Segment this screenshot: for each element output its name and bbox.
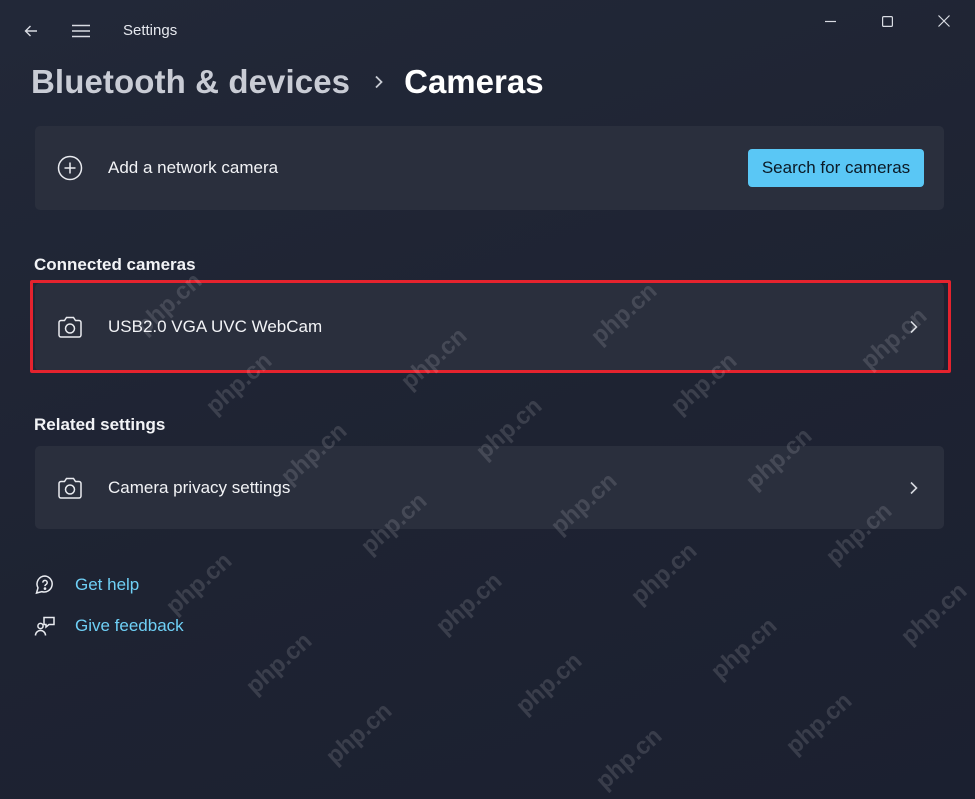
watermark-layer: php.cn php.cn php.cn php.cn php.cn php.c… [0, 0, 975, 799]
title-bar: Settings [0, 0, 975, 62]
breadcrumb: Bluetooth & devices Cameras [31, 60, 544, 104]
watermark-text: php.cn [430, 567, 508, 640]
camera-privacy-settings-label: Camera privacy settings [108, 477, 291, 497]
breadcrumb-parent-link[interactable]: Bluetooth & devices [31, 63, 350, 101]
watermark-text: php.cn [160, 547, 238, 620]
watermark-text: php.cn [895, 577, 973, 650]
settings-window: Settings Bluetooth & devices Cameras Add… [0, 0, 975, 799]
camera-icon [57, 475, 83, 501]
back-button[interactable] [14, 14, 48, 48]
watermark-text: php.cn [705, 612, 783, 685]
get-help-link[interactable]: Get help [75, 575, 139, 595]
connected-cameras-heading: Connected cameras [34, 255, 196, 274]
chevron-right-icon [906, 319, 922, 335]
watermark-text: php.cn [320, 697, 398, 770]
watermark-text: php.cn [780, 687, 858, 760]
camera-icon [57, 314, 83, 340]
maximize-icon [881, 15, 893, 27]
watermark-text: php.cn [510, 647, 588, 720]
search-for-cameras-button[interactable]: Search for cameras [748, 149, 924, 187]
give-feedback-row: Give feedback [33, 613, 184, 639]
feedback-icon [33, 614, 57, 638]
connected-camera-label: USB2.0 VGA UVC WebCam [108, 317, 323, 336]
add-network-camera-card: Add a network camera Search for cameras [35, 126, 944, 210]
get-help-row: Get help [33, 572, 139, 598]
watermark-text: php.cn [240, 627, 318, 700]
app-title: Settings [123, 22, 178, 39]
page-title: Cameras [404, 63, 544, 100]
watermark-text: php.cn [590, 722, 668, 795]
connected-camera-item[interactable]: USB2.0 VGA UVC WebCam [35, 283, 944, 371]
back-arrow-icon [24, 25, 37, 37]
help-chat-icon [33, 573, 57, 597]
watermark-text: php.cn [625, 537, 703, 610]
navigation-menu-button[interactable] [64, 14, 98, 48]
add-circle-icon [57, 155, 83, 181]
camera-privacy-settings-item[interactable]: Camera privacy settings [35, 446, 944, 529]
minimize-button[interactable] [812, 6, 848, 36]
give-feedback-link[interactable]: Give feedback [75, 616, 184, 636]
add-network-camera-label: Add a network camera [108, 158, 279, 177]
breadcrumb-chevron-icon [374, 75, 384, 89]
maximize-button[interactable] [869, 6, 905, 36]
hamburger-menu-icon [72, 24, 90, 38]
minimize-icon [824, 20, 836, 22]
related-settings-heading: Related settings [34, 415, 166, 434]
close-button[interactable] [926, 6, 962, 36]
chevron-right-icon [906, 480, 922, 496]
close-icon [938, 15, 950, 27]
